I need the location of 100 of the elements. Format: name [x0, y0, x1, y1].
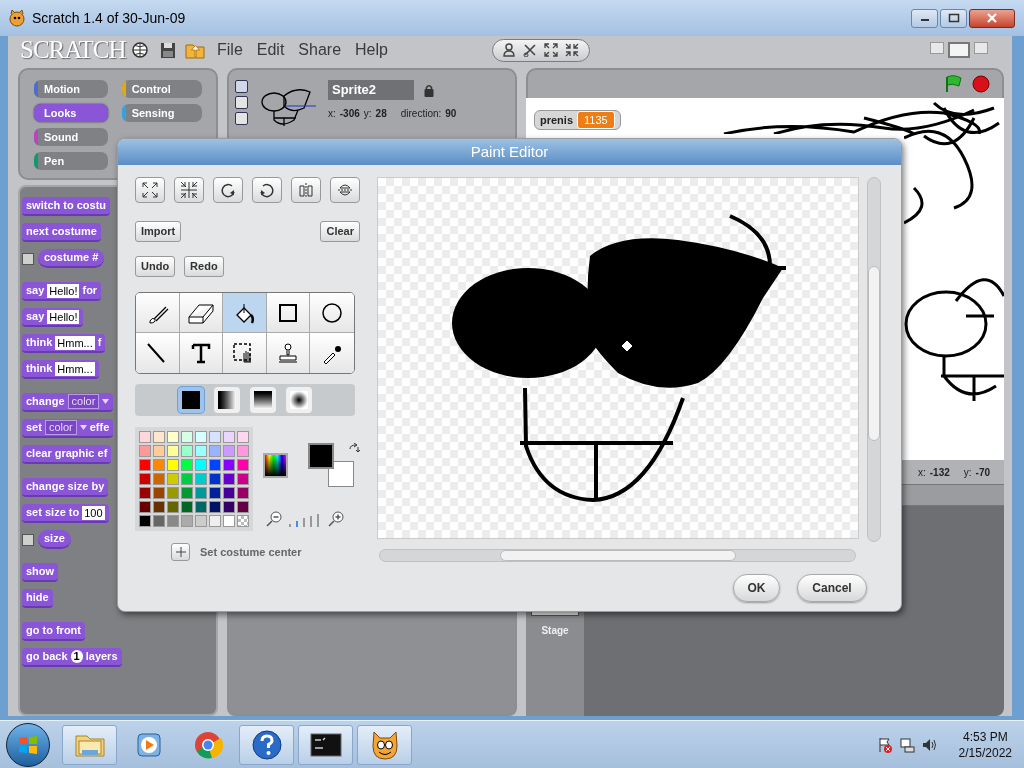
clock-date[interactable]: 2/15/2022 [958, 744, 1012, 761]
color-swatch[interactable] [209, 459, 221, 471]
transparent-swatch[interactable] [237, 515, 249, 527]
color-swatch[interactable] [167, 487, 179, 499]
color-swatch[interactable] [209, 515, 221, 527]
color-swatch[interactable] [223, 515, 235, 527]
scroll-thumb[interactable] [500, 550, 736, 561]
color-swatch[interactable] [209, 473, 221, 485]
clear-button[interactable]: Clear [320, 221, 360, 242]
background-color-swatch[interactable] [328, 461, 354, 487]
color-swatch[interactable] [237, 445, 249, 457]
transform-button[interactable] [252, 177, 282, 203]
color-swatch[interactable] [223, 487, 235, 499]
save-button[interactable] [160, 41, 176, 59]
color-swatch[interactable] [153, 459, 165, 471]
tool-button[interactable] [266, 293, 311, 333]
color-swatch[interactable] [195, 515, 207, 527]
color-swatch[interactable] [209, 501, 221, 513]
color-swatch[interactable] [195, 459, 207, 471]
share-button[interactable] [185, 41, 205, 59]
tool-button[interactable] [310, 293, 354, 333]
script-block[interactable]: clear graphic ef [22, 445, 112, 464]
menu-item[interactable]: Help [355, 40, 388, 60]
text-input[interactable]: Hello! [47, 309, 80, 324]
script-block[interactable]: say Hello! [22, 308, 84, 327]
fill-style-button[interactable] [286, 387, 312, 413]
tool-button[interactable] [136, 333, 180, 373]
rotate-style-button[interactable] [235, 80, 248, 93]
color-swatch[interactable] [237, 431, 249, 443]
category-button[interactable]: Control [121, 80, 202, 98]
script-block[interactable]: think Hmm... f [22, 334, 106, 353]
script-block[interactable]: set size to 100 [22, 504, 109, 523]
taskbar-button[interactable] [357, 724, 412, 765]
script-block[interactable]: go to front [22, 622, 85, 641]
fill-style-button[interactable] [178, 387, 204, 413]
clock-time[interactable]: 4:53 PM [962, 728, 1008, 745]
cancel-button[interactable]: Cancel [797, 574, 867, 602]
color-swatch[interactable] [139, 501, 151, 513]
text-input[interactable]: Hmm... [55, 335, 95, 350]
color-swatch[interactable] [167, 445, 179, 457]
presentation-mode-button[interactable] [974, 42, 988, 54]
color-swatch[interactable] [195, 431, 207, 443]
color-swatch[interactable] [139, 459, 151, 471]
tool-button[interactable] [179, 333, 224, 373]
close-button[interactable] [969, 8, 1015, 28]
menu-item[interactable]: File [217, 40, 243, 60]
color-swatch[interactable] [181, 501, 193, 513]
color-swatch[interactable] [139, 431, 151, 443]
color-swatch[interactable] [209, 487, 221, 499]
color-swatch[interactable] [223, 445, 235, 457]
color-swatch[interactable] [237, 501, 249, 513]
color-swatch[interactable] [153, 473, 165, 485]
language-button[interactable] [132, 42, 148, 58]
script-block[interactable]: change color [22, 393, 114, 412]
taskbar-button[interactable] [298, 724, 353, 765]
color-swatch[interactable] [181, 487, 193, 499]
color-swatch[interactable] [153, 515, 165, 527]
redo-button[interactable]: Redo [184, 256, 224, 277]
menu-item[interactable]: Share [298, 40, 342, 60]
horizontal-scrollbar[interactable] [379, 549, 856, 562]
script-block[interactable]: change size by [22, 478, 109, 497]
tool-button[interactable] [223, 293, 267, 333]
scroll-thumb[interactable] [868, 266, 880, 441]
color-swatch[interactable] [181, 459, 193, 471]
color-swatch[interactable] [181, 445, 193, 457]
tool-button[interactable] [310, 333, 354, 373]
color-swatch[interactable] [139, 487, 151, 499]
script-block[interactable]: costume # [38, 249, 105, 268]
undo-button[interactable]: Undo [135, 256, 176, 277]
small-stage-button[interactable] [930, 42, 944, 54]
ok-button[interactable]: OK [733, 574, 780, 602]
color-swatch[interactable] [153, 445, 165, 457]
color-picker-button[interactable] [263, 453, 288, 478]
no-rotate-button[interactable] [235, 112, 248, 125]
dropdown[interactable]: color [44, 420, 77, 435]
dropdown[interactable]: color [67, 394, 100, 409]
number-input[interactable]: 1 [70, 650, 83, 663]
script-block[interactable]: hide [22, 589, 53, 608]
flag-button[interactable] [944, 75, 964, 93]
fill-style-button[interactable] [214, 387, 240, 413]
paint-canvas[interactable] [377, 177, 859, 539]
transform-button[interactable] [213, 177, 243, 203]
color-swatch[interactable] [167, 515, 179, 527]
color-swatch[interactable] [139, 515, 151, 527]
color-swatch[interactable] [195, 501, 207, 513]
color-swatch[interactable] [237, 487, 249, 499]
category-button[interactable]: Pen [34, 152, 108, 170]
script-block[interactable]: think Hmm... [22, 360, 99, 379]
transform-button[interactable] [135, 177, 165, 203]
set-center-button[interactable] [171, 543, 190, 561]
color-swatch[interactable] [153, 501, 165, 513]
color-swatch[interactable] [237, 473, 249, 485]
color-swatch[interactable] [167, 431, 179, 443]
sprite-name-field[interactable]: Sprite2 [328, 80, 414, 100]
fill-style-button[interactable] [250, 387, 276, 413]
color-swatch[interactable] [223, 431, 235, 443]
color-swatch[interactable] [139, 445, 151, 457]
script-block[interactable]: go back 1 layers [22, 648, 122, 667]
script-block[interactable]: say Hello! for [22, 282, 102, 301]
color-swatch[interactable] [181, 515, 193, 527]
